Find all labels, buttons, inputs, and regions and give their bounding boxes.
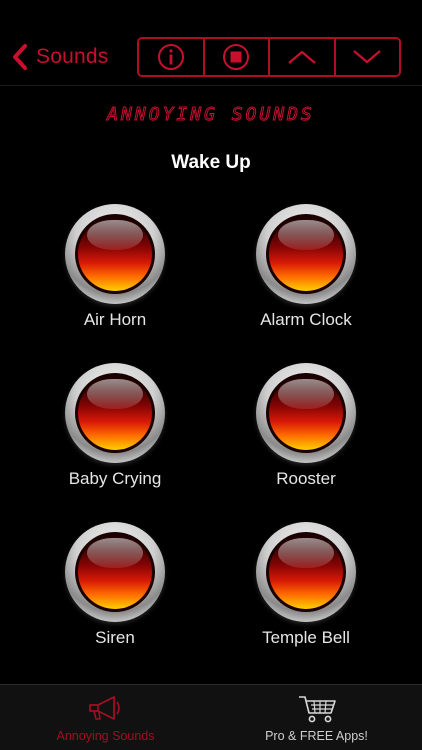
glossy-lamp-icon	[65, 363, 165, 463]
sound-button-baby-crying[interactable]: Baby Crying	[45, 363, 185, 489]
glossy-lamp-icon	[256, 204, 356, 304]
chevron-down-icon	[353, 50, 381, 64]
back-button-label: Sounds	[36, 45, 109, 68]
glossy-lamp-icon	[65, 204, 165, 304]
sound-button-siren[interactable]: Siren	[45, 522, 185, 648]
tab-label: Annoying Sounds	[56, 729, 155, 743]
info-button[interactable]	[139, 39, 205, 75]
sound-label: Siren	[95, 628, 135, 647]
sound-label: Rooster	[276, 469, 336, 488]
shopping-cart-icon	[298, 696, 336, 723]
app-brand-title: Annoying Sounds	[107, 104, 315, 126]
sound-button-alarm-clock[interactable]: Alarm Clock	[236, 204, 376, 330]
tab-label: Pro & FREE Apps!	[265, 729, 368, 743]
chevron-up-icon	[288, 50, 316, 64]
stop-icon	[223, 44, 250, 70]
megaphone-icon	[88, 696, 120, 720]
chevron-left-icon	[13, 44, 27, 70]
sound-button-air-horn[interactable]: Air Horn	[45, 204, 185, 330]
info-icon	[157, 44, 184, 70]
back-button[interactable]: Sounds	[10, 38, 108, 76]
sound-button-rooster[interactable]: Rooster	[236, 363, 376, 489]
tab-bar: Annoying Sounds Pro & FREE Apps!	[0, 684, 422, 750]
section-title: Wake Up	[171, 152, 251, 173]
glossy-lamp-icon	[256, 363, 356, 463]
sound-label: Temple Bell	[262, 628, 350, 647]
tab-pro-free-apps[interactable]: Pro & FREE Apps!	[211, 685, 422, 750]
sound-button-temple-bell[interactable]: Temple Bell	[236, 522, 376, 648]
sound-label: Baby Crying	[68, 469, 162, 488]
tab-annoying-sounds[interactable]: Annoying Sounds	[0, 685, 211, 750]
glossy-lamp-icon	[256, 522, 356, 622]
glossy-lamp-icon	[65, 522, 165, 622]
sound-label: Air Horn	[83, 310, 147, 329]
navigation-bar: Sounds	[0, 0, 422, 86]
sound-label: Alarm Clock	[260, 310, 352, 329]
next-button[interactable]	[336, 39, 400, 75]
stop-button[interactable]	[205, 39, 270, 75]
previous-button[interactable]	[270, 39, 336, 75]
playback-controls	[137, 37, 401, 77]
